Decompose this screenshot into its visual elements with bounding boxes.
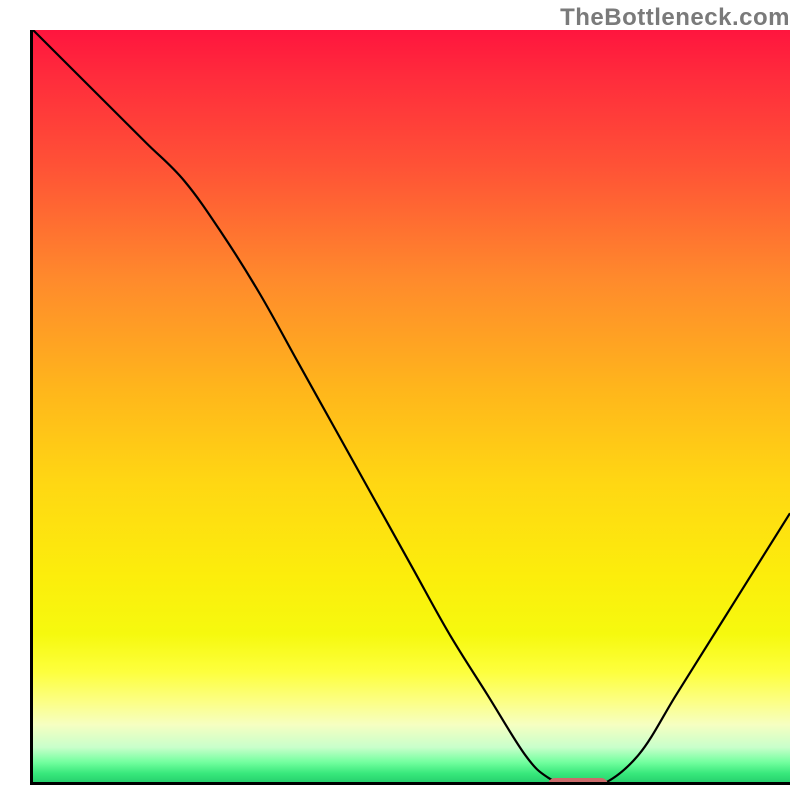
axes [30, 30, 790, 785]
watermark-label: TheBottleneck.com [560, 4, 790, 32]
chart-container: TheBottleneck.com [0, 0, 800, 800]
